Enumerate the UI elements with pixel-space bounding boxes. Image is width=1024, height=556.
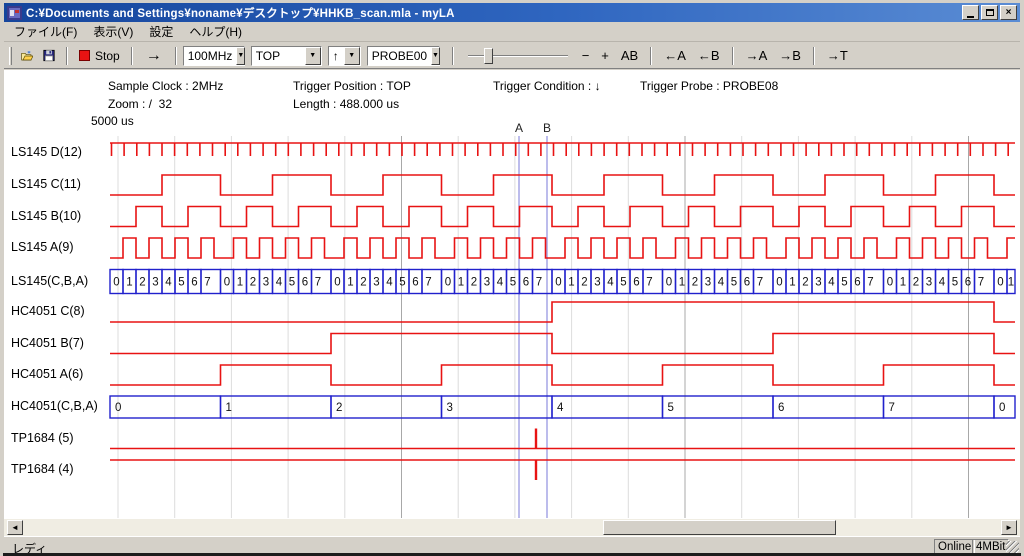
svg-text:1: 1 [458, 277, 464, 289]
svg-text:3: 3 [484, 277, 490, 289]
waveform-channel [110, 238, 1015, 258]
svg-text:1: 1 [679, 277, 685, 289]
svg-text:4: 4 [939, 277, 946, 289]
waveform-channel: 0123456701234567012345670123456701234567… [110, 270, 1015, 294]
svg-text:2: 2 [360, 277, 366, 289]
app-window: C:¥Documents and Settings¥noname¥デスクトップ¥… [0, 0, 1024, 556]
svg-text:7: 7 [978, 277, 984, 289]
svg-text:1: 1 [347, 277, 353, 289]
svg-text:6: 6 [778, 402, 784, 414]
svg-text:6: 6 [744, 277, 750, 289]
svg-text:5: 5 [841, 277, 847, 289]
svg-text:0: 0 [776, 277, 782, 289]
svg-text:4: 4 [497, 277, 504, 289]
svg-text:4: 4 [828, 277, 835, 289]
memory-indicator: 4MBit [972, 539, 1009, 554]
svg-text:1: 1 [1008, 277, 1014, 289]
svg-text:5: 5 [399, 277, 405, 289]
svg-text:7: 7 [536, 277, 542, 289]
svg-text:2: 2 [471, 277, 477, 289]
svg-text:7: 7 [889, 402, 895, 414]
svg-text:2: 2 [581, 277, 587, 289]
svg-text:3: 3 [152, 277, 158, 289]
svg-text:3: 3 [594, 277, 600, 289]
svg-text:3: 3 [815, 277, 821, 289]
svg-text:3: 3 [263, 277, 269, 289]
svg-text:6: 6 [191, 277, 197, 289]
svg-text:3: 3 [373, 277, 379, 289]
waveform-channel [110, 429, 1015, 449]
svg-text:2: 2 [692, 277, 698, 289]
svg-text:0: 0 [887, 277, 893, 289]
svg-text:7: 7 [204, 277, 210, 289]
svg-text:4: 4 [276, 277, 283, 289]
svg-text:7: 7 [646, 277, 652, 289]
svg-text:4: 4 [386, 277, 393, 289]
svg-text:7: 7 [425, 277, 431, 289]
waveform-channel [110, 175, 1015, 195]
online-indicator: Online [934, 539, 975, 554]
svg-text:6: 6 [854, 277, 860, 289]
svg-text:1: 1 [226, 402, 232, 414]
svg-text:5: 5 [178, 277, 184, 289]
svg-text:6: 6 [412, 277, 418, 289]
scrollbar-thumb[interactable] [603, 520, 836, 535]
svg-text:0: 0 [224, 277, 230, 289]
svg-text:5: 5 [620, 277, 626, 289]
scroll-left-button[interactable]: ◄ [7, 520, 23, 535]
waveform-channel [110, 207, 1015, 227]
svg-text:1: 1 [237, 277, 243, 289]
horizontal-scrollbar[interactable]: ◄ ► [4, 519, 1020, 536]
svg-text:5: 5 [952, 277, 958, 289]
svg-text:7: 7 [315, 277, 321, 289]
svg-text:0: 0 [115, 402, 121, 414]
svg-text:6: 6 [523, 277, 529, 289]
svg-text:2: 2 [250, 277, 256, 289]
svg-text:7: 7 [867, 277, 873, 289]
svg-text:6: 6 [633, 277, 639, 289]
scroll-right-button[interactable]: ► [1001, 520, 1017, 535]
svg-text:1: 1 [789, 277, 795, 289]
svg-text:4: 4 [607, 277, 614, 289]
waveform-channel: 0 1 2 3 4 5 6 7 0 [110, 396, 1015, 418]
svg-text:0: 0 [445, 277, 451, 289]
waveform-canvas[interactable]: 0123456701234567012345670123456701234567… [3, 2, 1024, 556]
svg-text:3: 3 [926, 277, 932, 289]
svg-text:0: 0 [113, 277, 119, 289]
svg-text:6: 6 [965, 277, 971, 289]
waveform-channel [110, 334, 1015, 354]
waveform-channel [110, 460, 1015, 480]
svg-text:0: 0 [666, 277, 672, 289]
svg-text:5: 5 [668, 402, 674, 414]
waveform-channel [110, 302, 1015, 322]
svg-text:5: 5 [510, 277, 516, 289]
svg-text:0: 0 [334, 277, 340, 289]
svg-text:0: 0 [555, 277, 561, 289]
svg-text:2: 2 [139, 277, 145, 289]
waveform-channel [110, 365, 1015, 385]
svg-text:0: 0 [997, 277, 1003, 289]
svg-text:4: 4 [718, 277, 725, 289]
svg-text:7: 7 [757, 277, 763, 289]
svg-text:2: 2 [802, 277, 808, 289]
svg-text:6: 6 [302, 277, 308, 289]
svg-text:1: 1 [900, 277, 906, 289]
svg-text:3: 3 [705, 277, 711, 289]
svg-text:4: 4 [557, 402, 564, 414]
svg-text:4: 4 [165, 277, 172, 289]
svg-text:0: 0 [999, 402, 1005, 414]
svg-text:2: 2 [913, 277, 919, 289]
svg-text:5: 5 [289, 277, 295, 289]
svg-text:2: 2 [336, 402, 342, 414]
svg-text:1: 1 [568, 277, 574, 289]
svg-text:5: 5 [731, 277, 737, 289]
svg-text:1: 1 [126, 277, 132, 289]
waveform-channel [110, 143, 1015, 156]
svg-text:3: 3 [447, 402, 453, 414]
